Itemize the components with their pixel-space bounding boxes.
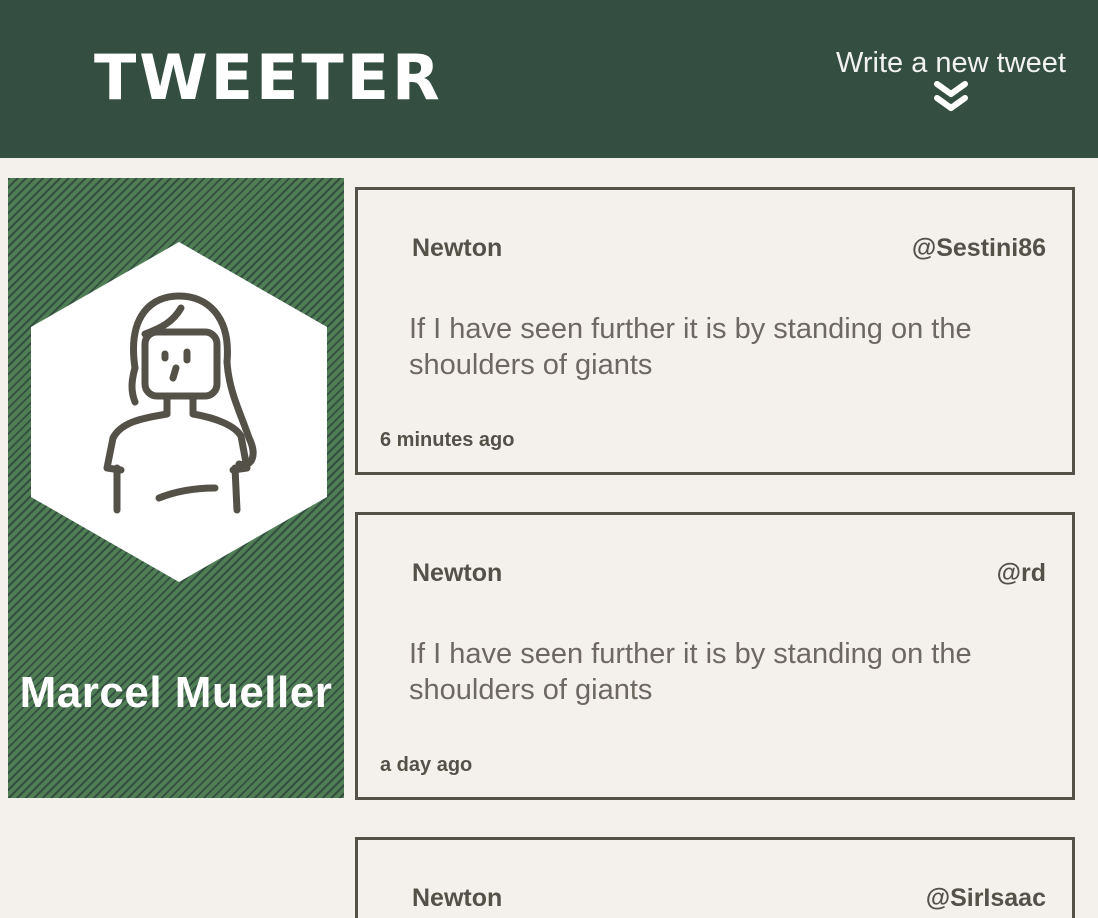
double-chevron-down-icon[interactable] [933,80,969,114]
tweet-text: If I have seen further it is by standing… [409,638,972,706]
user-avatar-icon [31,242,327,582]
tweet-author-handle[interactable]: @rd [997,559,1046,588]
tweet-author-name[interactable]: Newton [412,234,502,263]
tweet-card[interactable]: Newton @rd If I have seen further it is … [355,512,1075,800]
tweet-author-handle[interactable]: @SirIsaac [926,884,1046,913]
tweet-timestamp: 6 minutes ago [380,429,515,451]
top-nav-bar: TWEETER Write a new tweet [0,0,1098,158]
tweet-author-name[interactable]: Newton [412,884,502,913]
compose-tweet-button[interactable]: Write a new tweet [836,44,1066,114]
app-logo[interactable]: TWEETER [94,40,443,116]
profile-card: Marcel Mueller [8,178,344,798]
profile-name: Marcel Mueller [19,668,333,717]
tweet-author-name[interactable]: Newton [412,559,502,588]
tweet-text: If I have seen further it is by standing… [409,313,972,381]
tweet-card[interactable]: Newton @Sestini86 If I have seen further… [355,187,1075,475]
tweet-card[interactable]: Newton @SirIsaac [355,837,1075,918]
tweet-author-handle[interactable]: @Sestini86 [912,234,1046,263]
tweet-timestamp: a day ago [380,754,473,776]
compose-tweet-label[interactable]: Write a new tweet [836,44,1066,82]
